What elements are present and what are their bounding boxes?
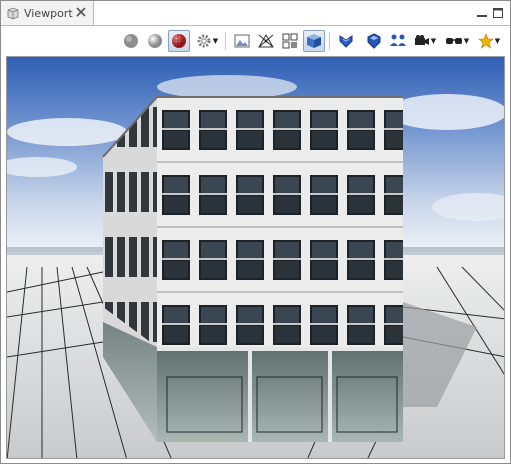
close-icon[interactable]: [75, 6, 87, 18]
camera-icon: [414, 35, 429, 45]
grid-icon: [282, 33, 298, 49]
tab-bar: Viewport: [1, 1, 510, 26]
shading-flat-button[interactable]: [120, 30, 142, 52]
viewport-window: Viewport ▼ ▼ ▼ ▼: [0, 0, 511, 464]
star-icon: [477, 33, 494, 49]
toolbar-separator: [329, 32, 330, 50]
favorites-dropdown-button[interactable]: ▼: [475, 30, 503, 52]
tab-viewport[interactable]: Viewport: [1, 1, 94, 25]
object-button[interactable]: [363, 30, 385, 52]
chevron-down-icon: ▼: [212, 37, 219, 45]
grid-button[interactable]: [279, 30, 301, 52]
heart-shield-icon: [339, 35, 353, 48]
sphere-textured-icon: [172, 34, 186, 48]
layers-button[interactable]: [335, 30, 357, 52]
shading-textured-button[interactable]: [168, 30, 190, 52]
solid-view-button[interactable]: [303, 30, 325, 52]
background-image-button[interactable]: [231, 30, 253, 52]
building-ground-floor: [157, 347, 403, 442]
shading-smooth-button[interactable]: [144, 30, 166, 52]
maximize-icon[interactable]: [492, 7, 504, 19]
wireframe-button[interactable]: [255, 30, 277, 52]
chevron-down-icon: ▼: [430, 37, 437, 45]
chevron-down-icon: ▼: [494, 37, 501, 45]
people-icon: [390, 34, 406, 46]
viewport-toolbar: ▼ ▼ ▼ ▼: [1, 26, 510, 56]
gear-icon: [197, 34, 211, 48]
scene-render: [7, 57, 504, 458]
sphere-flat-icon: [124, 34, 138, 48]
group-button[interactable]: [387, 30, 409, 52]
glasses-icon: [445, 38, 462, 44]
viewport-cube-icon: [7, 7, 19, 20]
toolbar-separator: [225, 32, 226, 50]
stereo-dropdown-button[interactable]: ▼: [443, 30, 471, 52]
image-icon: [234, 34, 250, 48]
sphere-smooth-icon: [148, 34, 162, 48]
camera-dropdown-button[interactable]: ▼: [411, 30, 439, 52]
minimize-icon[interactable]: [476, 7, 488, 19]
cube-icon: [307, 34, 321, 48]
settings-dropdown-button[interactable]: ▼: [193, 30, 221, 52]
blue-shield-icon: [367, 33, 381, 49]
tab-title: Viewport: [24, 6, 73, 20]
chevron-down-icon: ▼: [463, 37, 470, 45]
3d-viewport[interactable]: [6, 56, 505, 459]
wireframe-icon: [258, 34, 274, 48]
